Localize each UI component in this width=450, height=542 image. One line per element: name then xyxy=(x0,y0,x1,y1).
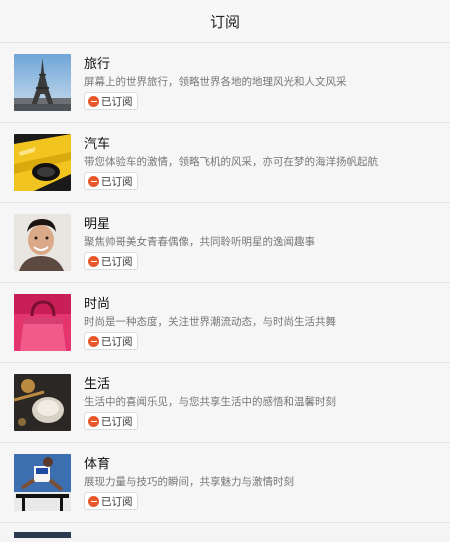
subscribed-button[interactable]: 已订阅 xyxy=(84,172,138,190)
subscribed-button[interactable]: 已订阅 xyxy=(84,492,138,510)
item-title: 体育 xyxy=(84,457,111,472)
eiffel-tower-photo xyxy=(14,54,71,111)
list-item[interactable]: 明星 聚焦帅哥美女青春偶像，共同聆听明星的逸闻趣事 已订阅 xyxy=(0,203,450,283)
item-title: 汽车 xyxy=(84,137,111,152)
list-item-partial[interactable] xyxy=(0,523,450,538)
item-title: 生活 xyxy=(84,377,111,392)
subscribed-button[interactable]: 已订阅 xyxy=(84,412,138,430)
minus-circle-icon xyxy=(88,335,99,347)
list-item[interactable]: 旅行 屏幕上的世界旅行，领略世界各地的地理风光和人文风采 已订阅 xyxy=(0,43,450,123)
minus-circle-icon xyxy=(88,95,99,107)
item-title: 旅行 xyxy=(84,57,111,72)
minus-circle-icon xyxy=(88,175,99,187)
minus-circle-icon xyxy=(88,495,99,507)
subscribed-label: 已订阅 xyxy=(101,495,133,508)
minus-circle-icon xyxy=(88,415,99,427)
smiling-man-photo xyxy=(14,214,71,271)
item-title: 明星 xyxy=(84,217,111,232)
page-title: 订阅 xyxy=(209,12,240,31)
yellow-car-photo xyxy=(14,134,71,191)
app-header: 订阅 xyxy=(0,0,450,43)
tea-bowl-photo xyxy=(14,374,71,431)
subscribed-label: 已订阅 xyxy=(101,335,133,348)
item-description: 展现力量与技巧的瞬间，共享魅力与激情时刻 xyxy=(84,476,294,488)
item-description: 时尚是一种态度，关注世界潮流动态，与时尚生活共舞 xyxy=(84,316,336,328)
subscribed-button[interactable]: 已订阅 xyxy=(84,332,138,350)
subscription-list: 旅行 屏幕上的世界旅行，领略世界各地的地理风光和人文风采 已订阅 汽车 带您体验… xyxy=(0,43,450,538)
thumbnail-partial xyxy=(14,532,71,538)
list-item[interactable]: 时尚 时尚是一种态度，关注世界潮流动态，与时尚生活共舞 已订阅 xyxy=(0,283,450,363)
subscribed-button[interactable]: 已订阅 xyxy=(84,92,138,110)
subscribed-label: 已订阅 xyxy=(101,255,133,268)
subscribed-button[interactable]: 已订阅 xyxy=(84,252,138,270)
subscribed-label: 已订阅 xyxy=(101,175,133,188)
item-description: 带您体验车的激情，领略飞机的风采，亦可在梦的海洋扬帆起航 xyxy=(84,156,378,168)
item-description: 屏幕上的世界旅行，领略世界各地的地理风光和人文风采 xyxy=(84,76,347,88)
item-description: 聚焦帅哥美女青春偶像，共同聆听明星的逸闻趣事 xyxy=(84,236,315,248)
list-item[interactable]: 体育 展现力量与技巧的瞬间，共享魅力与激情时刻 已订阅 xyxy=(0,443,450,523)
subscribed-label: 已订阅 xyxy=(101,95,133,108)
subscribed-label: 已订阅 xyxy=(101,415,133,428)
item-description: 生活中的喜闻乐见，与您共享生活中的感悟和温馨时刻 xyxy=(84,396,336,408)
minus-circle-icon xyxy=(88,255,99,267)
hurdle-runner-photo xyxy=(14,454,71,511)
item-title: 时尚 xyxy=(84,297,111,312)
pink-handbag-photo xyxy=(14,294,71,351)
list-item[interactable]: 汽车 带您体验车的激情，领略飞机的风采，亦可在梦的海洋扬帆起航 已订阅 xyxy=(0,123,450,203)
list-item[interactable]: 生活 生活中的喜闻乐见，与您共享生活中的感悟和温馨时刻 已订阅 xyxy=(0,363,450,443)
